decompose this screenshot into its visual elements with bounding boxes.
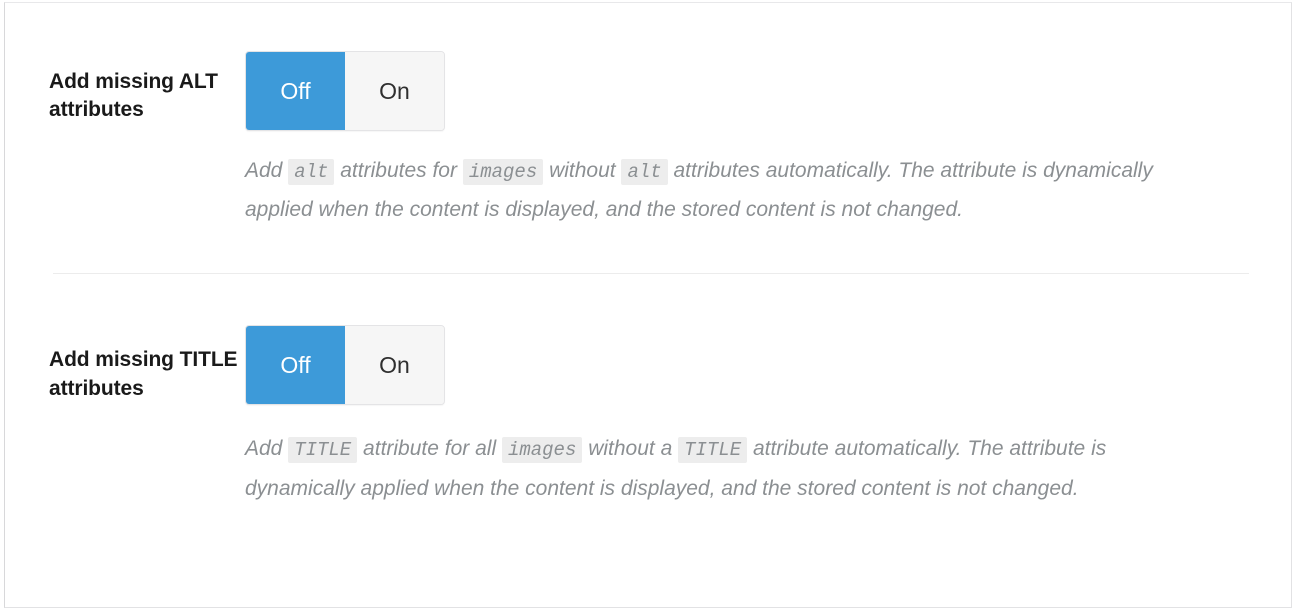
setting-label-container: Add missing TITLE attributes [5, 325, 245, 403]
toggle-option-off-alt[interactable]: Off [246, 52, 345, 130]
setting-label-container: Add missing ALT attributes [5, 51, 245, 125]
inline-code-title: TITLE [678, 437, 748, 464]
toggle-add-missing-alt-attributes[interactable]: Off On [245, 51, 445, 131]
inline-code-alt: alt [621, 159, 668, 185]
inline-code-images: images [501, 437, 583, 464]
inline-code-alt: alt [288, 159, 335, 185]
setting-description-add-missing-alt-attributes: Add alt attributes for images without al… [245, 159, 1153, 222]
setting-control-container: Off On Add TITLE attribute for all image… [245, 325, 1291, 507]
setting-description-add-missing-title-attributes: Add TITLE attribute for all images witho… [245, 437, 1107, 500]
setting-control-container: Off On Add alt attributes for images wit… [245, 51, 1291, 229]
accessibility-settings-panel: Add missing ALT attributes Off On Add al… [4, 2, 1292, 608]
setting-label-add-missing-title-attributes: Add missing TITLE attributes [49, 348, 238, 400]
setting-row-add-missing-alt-attributes: Add missing ALT attributes Off On Add al… [5, 3, 1291, 273]
toggle-add-missing-title-attributes[interactable]: Off On [245, 325, 445, 406]
toggle-option-on-alt[interactable]: On [345, 52, 444, 130]
inline-code-images: images [462, 159, 544, 185]
toggle-option-on-title[interactable]: On [345, 326, 444, 405]
settings-list: Add missing ALT attributes Off On Add al… [5, 3, 1291, 508]
setting-row-add-missing-title-attributes: Add missing TITLE attributes Off On Add … [5, 274, 1291, 507]
setting-label-add-missing-alt-attributes: Add missing ALT attributes [49, 70, 218, 122]
toggle-option-off-title[interactable]: Off [246, 326, 345, 405]
inline-code-title: TITLE [288, 437, 358, 464]
